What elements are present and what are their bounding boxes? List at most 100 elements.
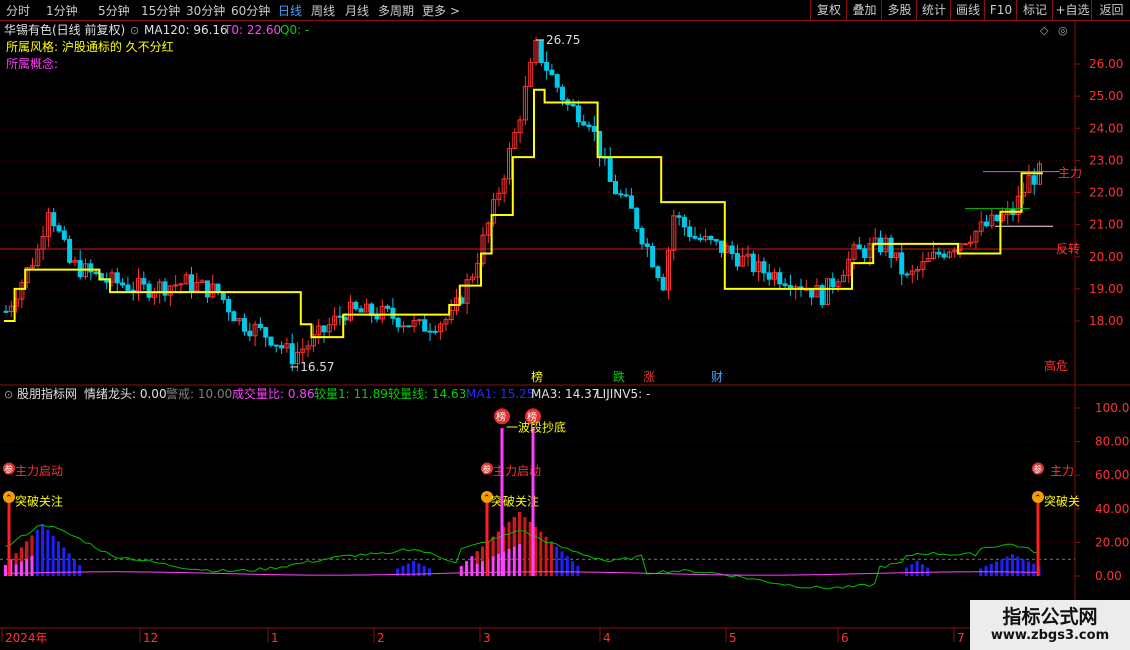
ma3-value: MA3: 14.37	[531, 387, 599, 401]
candle-body	[220, 291, 226, 301]
price-tick-label: 26.00	[1089, 57, 1123, 71]
indicator-bar	[984, 566, 988, 576]
candle-body	[607, 156, 613, 183]
candle-body	[856, 244, 862, 250]
candle-body	[125, 284, 131, 291]
indicator-bar	[1021, 558, 1025, 576]
tab-monthly[interactable]: 月线	[345, 2, 369, 19]
tab-30min[interactable]: 30分钟	[186, 2, 225, 19]
bang-1-text: 榜	[496, 410, 506, 423]
stock-chart[interactable]: 华锡有色(日线 前复权) ⊙ MA120: 96.16 T0: 22.60 Q0…	[0, 20, 1130, 650]
candle-body	[385, 305, 391, 309]
btn-huaxian[interactable]: 画线	[950, 0, 985, 20]
indicator-tick-label: 20.00	[1095, 535, 1129, 549]
signal-3-can-text: 参	[1033, 463, 1042, 475]
candle-body	[984, 221, 989, 227]
candle-body	[104, 279, 110, 283]
indicator-tick-label: 40.00	[1095, 502, 1129, 516]
indicator-bar	[576, 566, 580, 576]
candle-body	[88, 263, 94, 273]
candle-body	[570, 103, 576, 107]
candle-body	[67, 238, 73, 263]
candle-body	[782, 283, 788, 287]
event-marker: 跌	[613, 369, 625, 384]
indicator-tick-label: 100.00	[1095, 401, 1130, 415]
candle-body	[655, 266, 661, 279]
candle-body	[247, 330, 253, 337]
btn-fuquan[interactable]: 复权	[810, 0, 847, 20]
indicator-bar	[989, 563, 993, 576]
indicator-bar-top	[19, 547, 23, 562]
candle-body	[337, 315, 343, 318]
period-toolbar: 分时 1分钟 5分钟 15分钟 30分钟 60分钟 日线 周线 月线 多周期 更…	[0, 0, 1130, 21]
btn-zixuan[interactable]: +自选	[1052, 0, 1092, 20]
indicator-icon[interactable]: ⊙	[4, 388, 13, 401]
candle-body	[51, 212, 57, 227]
pan-icon[interactable]: ◎	[1058, 24, 1068, 37]
candle-body	[777, 272, 783, 285]
candle-body	[904, 273, 910, 276]
tab-60min[interactable]: 60分钟	[231, 2, 270, 19]
tab-fenshi[interactable]: 分时	[6, 2, 30, 19]
indicator-bar	[1026, 561, 1030, 576]
jl1-value: 较量1: 11.89	[314, 386, 388, 401]
btn-fanhui[interactable]: 返回	[1091, 0, 1130, 20]
btn-diejia[interactable]: 叠加	[846, 0, 882, 20]
btn-f10[interactable]: F10	[984, 0, 1017, 20]
candle-body	[676, 215, 682, 218]
signal-1-can-text: 参	[4, 463, 13, 475]
candle-body	[994, 214, 1000, 222]
event-marker: 榜	[531, 369, 543, 384]
candle-body	[729, 245, 735, 255]
indicator-bar	[995, 561, 999, 576]
price-tick-label: 24.00	[1089, 121, 1123, 135]
high-label: 26.75	[546, 33, 580, 47]
date-label: 6	[841, 631, 849, 645]
candle-body	[549, 69, 555, 76]
indicator-bar	[910, 564, 914, 576]
btn-duogu[interactable]: 多股	[881, 0, 917, 20]
date-label: 4	[603, 631, 611, 645]
tab-multi-period[interactable]: 多周期	[378, 2, 414, 19]
candle-body	[321, 325, 327, 333]
candle-body	[374, 315, 380, 320]
candle-body	[719, 240, 724, 253]
candle-body	[560, 86, 565, 101]
candle-body	[120, 282, 126, 286]
price-tick-label: 25.00	[1089, 89, 1123, 103]
candle-body	[114, 272, 120, 284]
candle-body	[162, 281, 168, 296]
indicator-bar	[57, 541, 60, 576]
candle-body	[268, 336, 274, 346]
candle-body	[591, 126, 597, 132]
candle-body	[766, 272, 772, 280]
candle-body	[660, 277, 666, 291]
candle-body	[681, 216, 687, 228]
tab-1min[interactable]: 1分钟	[46, 2, 78, 19]
candle-body	[878, 237, 883, 253]
candle-body	[61, 230, 67, 240]
settings-icon[interactable]: ⊙	[130, 24, 139, 37]
candle-body	[279, 345, 285, 349]
indicator-bar	[571, 561, 575, 576]
btn-biaoji[interactable]: 标记	[1016, 0, 1053, 20]
candle-body	[618, 193, 624, 196]
indicator-bar-top	[518, 512, 522, 545]
volume-ratio-line	[5, 524, 1040, 590]
ma120-label: MA120: 96.16	[144, 23, 228, 37]
tab-daily[interactable]: 日线	[278, 2, 302, 19]
indicator-bar	[422, 565, 426, 576]
tab-weekly[interactable]: 周线	[311, 2, 335, 19]
qxlt-value: 情绪龙头: 0.00	[84, 387, 167, 401]
diamond-icon[interactable]: ◇	[1040, 24, 1049, 37]
tab-15min[interactable]: 15分钟	[141, 2, 180, 19]
btn-tongji[interactable]: 统计	[916, 0, 951, 20]
candle-body	[613, 181, 618, 195]
tab-5min[interactable]: 5分钟	[98, 2, 130, 19]
indicator-bar-top	[25, 541, 29, 559]
indicator-bar-top	[475, 551, 479, 564]
candle-body	[586, 124, 592, 128]
tab-more[interactable]: 更多 >	[422, 2, 460, 19]
indicator-bar	[528, 521, 532, 576]
indicator-bar-top	[507, 521, 511, 549]
